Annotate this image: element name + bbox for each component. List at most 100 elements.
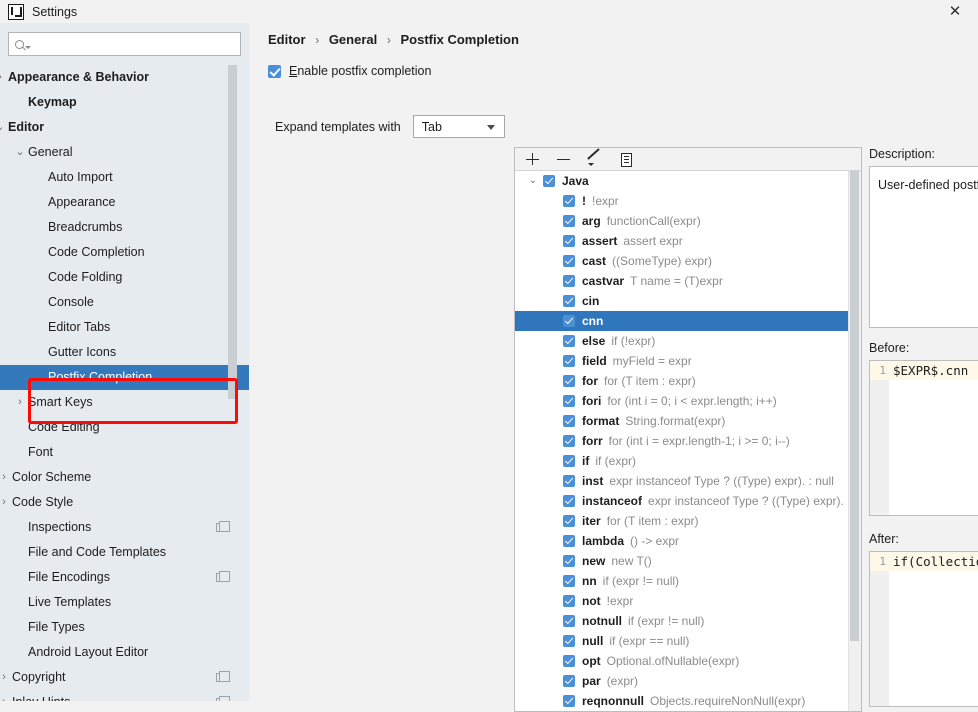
- template-checkbox[interactable]: [563, 395, 575, 407]
- template-checkbox[interactable]: [563, 315, 575, 327]
- template-checkbox[interactable]: [563, 355, 575, 367]
- template-checkbox[interactable]: [563, 335, 575, 347]
- sidebar-item-console[interactable]: Console: [0, 290, 249, 315]
- expand-templates-select[interactable]: Tab: [413, 115, 505, 138]
- template-row[interactable]: assertassert expr: [515, 231, 861, 251]
- template-row[interactable]: notnullif (expr != null): [515, 611, 861, 631]
- template-row[interactable]: !!expr: [515, 191, 861, 211]
- sidebar-item-inlay-hints[interactable]: ›Inlay Hints: [0, 690, 249, 701]
- templates-scroll-area[interactable]: ⌄Java!!exprargfunctionCall(expr)assertas…: [515, 171, 861, 711]
- search-input[interactable]: [35, 36, 235, 52]
- template-row[interactable]: par(expr): [515, 671, 861, 691]
- template-row[interactable]: elseif (!expr): [515, 331, 861, 351]
- sidebar-item-file-encodings[interactable]: File Encodings: [0, 565, 249, 590]
- template-row[interactable]: lambda() -> expr: [515, 531, 861, 551]
- sidebar-item-appearance-behavior[interactable]: ›Appearance & Behavior: [0, 65, 249, 90]
- chevron-right-icon[interactable]: ›: [0, 665, 10, 690]
- template-row[interactable]: argfunctionCall(expr): [515, 211, 861, 231]
- template-group-java[interactable]: ⌄Java: [515, 171, 861, 191]
- template-checkbox[interactable]: [563, 675, 575, 687]
- chevron-down-icon[interactable]: ⌄: [0, 115, 6, 140]
- template-row[interactable]: formatString.format(expr): [515, 411, 861, 431]
- template-row[interactable]: forfor (T item : expr): [515, 371, 861, 391]
- chevron-right-icon[interactable]: ›: [0, 65, 6, 90]
- template-checkbox[interactable]: [563, 215, 575, 227]
- chevron-down-icon[interactable]: ⌄: [527, 171, 539, 191]
- enable-postfix-completion-checkbox[interactable]: [268, 65, 281, 78]
- template-checkbox[interactable]: [563, 415, 575, 427]
- settings-category-tree[interactable]: ›Appearance & BehaviorKeymap⌄Editor⌄Gene…: [0, 65, 249, 701]
- chevron-right-icon[interactable]: ›: [14, 390, 26, 415]
- copy-icon[interactable]: [216, 573, 225, 582]
- sidebar-item-code-style[interactable]: ›Code Style: [0, 490, 249, 515]
- template-checkbox[interactable]: [563, 255, 575, 267]
- template-checkbox[interactable]: [563, 235, 575, 247]
- sidebar-item-file-and-code-templates[interactable]: File and Code Templates: [0, 540, 249, 565]
- description-box[interactable]: User-defined postfix template: [869, 166, 978, 328]
- sidebar-item-gutter-icons[interactable]: Gutter Icons: [0, 340, 249, 365]
- copy-icon[interactable]: [617, 151, 634, 168]
- template-row[interactable]: cnn: [515, 311, 861, 331]
- sidebar-item-breadcrumbs[interactable]: Breadcrumbs: [0, 215, 249, 240]
- sidebar-item-inspections[interactable]: Inspections: [0, 515, 249, 540]
- sidebar-item-live-templates[interactable]: Live Templates: [0, 590, 249, 615]
- template-row[interactable]: nnif (expr != null): [515, 571, 861, 591]
- sidebar-item-general[interactable]: ⌄General: [0, 140, 249, 165]
- template-row[interactable]: nullif (expr == null): [515, 631, 861, 651]
- template-row[interactable]: reqnonnullObjects.requireNonNull(expr): [515, 691, 861, 711]
- before-code-editor[interactable]: 1 $EXPR$.cnn: [869, 360, 978, 516]
- template-checkbox[interactable]: [563, 535, 575, 547]
- after-code-editor[interactable]: 1 if(CollectionUtils.isNotEmpty($EXPR$))…: [869, 551, 978, 707]
- sidebar-item-code-completion[interactable]: Code Completion: [0, 240, 249, 265]
- template-row[interactable]: not!expr: [515, 591, 861, 611]
- breadcrumb-item-1[interactable]: General: [329, 32, 377, 47]
- template-row[interactable]: cast((SomeType) expr): [515, 251, 861, 271]
- sidebar-item-postfix-completion[interactable]: Postfix Completion: [0, 365, 249, 390]
- template-row[interactable]: instexpr instanceof Type ? ((Type) expr)…: [515, 471, 861, 491]
- sidebar-item-code-editing[interactable]: Code Editing: [0, 415, 249, 440]
- templates-scrollbar-thumb[interactable]: [850, 171, 859, 641]
- template-checkbox[interactable]: [563, 275, 575, 287]
- search-box[interactable]: [8, 32, 241, 56]
- template-checkbox[interactable]: [563, 495, 575, 507]
- chevron-right-icon[interactable]: ›: [0, 490, 10, 515]
- template-checkbox[interactable]: [563, 475, 575, 487]
- sidebar-item-appearance[interactable]: Appearance: [0, 190, 249, 215]
- template-row[interactable]: castvarT name = (T)expr: [515, 271, 861, 291]
- sidebar-item-keymap[interactable]: Keymap: [0, 90, 249, 115]
- copy-icon[interactable]: [216, 523, 225, 532]
- sidebar-scrollbar-thumb[interactable]: [228, 65, 237, 399]
- template-checkbox[interactable]: [563, 615, 575, 627]
- enable-postfix-completion-row[interactable]: Enable postfix completion: [268, 64, 431, 78]
- template-checkbox[interactable]: [563, 375, 575, 387]
- sidebar-item-smart-keys[interactable]: ›Smart Keys: [0, 390, 249, 415]
- template-checkbox[interactable]: [563, 195, 575, 207]
- template-row[interactable]: ifif (expr): [515, 451, 861, 471]
- chevron-right-icon[interactable]: ›: [0, 465, 10, 490]
- close-icon[interactable]: ✕: [932, 0, 978, 23]
- sidebar-item-file-types[interactable]: File Types: [0, 615, 249, 640]
- sidebar-item-color-scheme[interactable]: ›Color Scheme: [0, 465, 249, 490]
- minus-icon[interactable]: [555, 151, 572, 168]
- template-row[interactable]: cin: [515, 291, 861, 311]
- template-row[interactable]: instanceofexpr instanceof Type ? ((Type)…: [515, 491, 861, 511]
- template-row[interactable]: optOptional.ofNullable(expr): [515, 651, 861, 671]
- pencil-icon[interactable]: [586, 151, 603, 168]
- chevron-right-icon[interactable]: ›: [0, 690, 10, 701]
- template-checkbox[interactable]: [563, 575, 575, 587]
- template-row[interactable]: newnew T(): [515, 551, 861, 571]
- template-group-checkbox[interactable]: [543, 175, 555, 187]
- template-checkbox[interactable]: [563, 295, 575, 307]
- plus-icon[interactable]: [524, 151, 541, 168]
- template-checkbox[interactable]: [563, 435, 575, 447]
- template-checkbox[interactable]: [563, 695, 575, 707]
- sidebar-item-auto-import[interactable]: Auto Import: [0, 165, 249, 190]
- sidebar-item-android-layout-editor[interactable]: Android Layout Editor: [0, 640, 249, 665]
- template-checkbox[interactable]: [563, 455, 575, 467]
- templates-scrollbar-track[interactable]: [848, 171, 861, 711]
- template-checkbox[interactable]: [563, 515, 575, 527]
- template-row[interactable]: fieldmyField = expr: [515, 351, 861, 371]
- sidebar-item-code-folding[interactable]: Code Folding: [0, 265, 249, 290]
- template-checkbox[interactable]: [563, 635, 575, 647]
- template-row[interactable]: iterfor (T item : expr): [515, 511, 861, 531]
